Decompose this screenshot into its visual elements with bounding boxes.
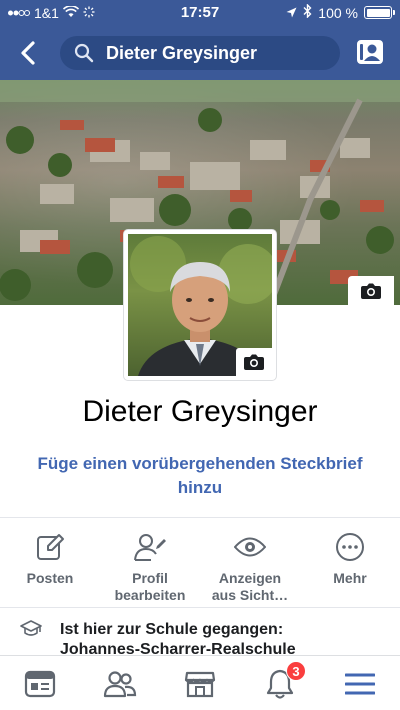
camera-icon (244, 354, 264, 370)
education-info[interactable]: Ist hier zur Schule gegangen: Johannes-S… (0, 614, 400, 658)
bottom-tab-bar: 3 (0, 655, 400, 710)
add-bio-link-line2: hinzu (177, 478, 223, 497)
post-button-label: Posten (26, 570, 74, 586)
news-feed-icon (24, 670, 56, 697)
tab-news-feed[interactable] (0, 656, 80, 710)
marketplace-icon (184, 671, 216, 697)
pencil-square-icon (33, 530, 67, 564)
bluetooth-icon (303, 3, 312, 21)
search-bar[interactable]: Dieter Greysinger (60, 36, 340, 70)
edit-cover-button[interactable] (348, 276, 394, 306)
status-bar: 1&1 17:57 100 % (0, 0, 400, 26)
friends-icon (103, 670, 137, 697)
view-as-button[interactable]: Anzeigen aus Sicht… (200, 530, 300, 606)
eye-icon (233, 530, 267, 564)
profile-card-button[interactable] (354, 36, 386, 68)
profile-picture-frame[interactable] (124, 230, 276, 380)
tab-menu[interactable] (320, 656, 400, 710)
search-query: Dieter Greysinger (106, 42, 258, 63)
view-as-label-line1: Anzeigen (218, 570, 282, 586)
post-button[interactable]: Posten (0, 530, 100, 606)
edit-profile-picture-button[interactable] (236, 348, 272, 376)
divider (0, 517, 400, 518)
add-bio-link-line1: Füge einen vorübergehenden Steckbrief (37, 454, 363, 473)
add-bio-link[interactable]: Füge einen vorübergehenden Steckbrief hi… (20, 452, 380, 500)
camera-icon (361, 283, 381, 299)
notification-badge: 3 (286, 661, 306, 681)
tab-marketplace[interactable] (160, 656, 240, 710)
app-header: 1&1 17:57 100 % Dieter Greysinger (0, 0, 400, 80)
tab-notifications[interactable]: 3 (240, 656, 320, 710)
edit-profile-label-line1: Profil (132, 570, 168, 586)
battery-icon (364, 6, 395, 19)
graduation-cap-icon (20, 620, 42, 643)
divider (0, 607, 400, 608)
nav-bar: Dieter Greysinger (0, 30, 400, 76)
profile-actions: Posten Profil bearbeiten Anzeigen aus Si… (0, 530, 400, 606)
menu-icon (345, 673, 375, 694)
view-as-label-line2: aus Sicht… (211, 587, 289, 603)
more-button-label: Mehr (333, 570, 367, 586)
search-icon (74, 43, 94, 63)
chevron-left-icon (21, 41, 35, 65)
back-button[interactable] (16, 40, 42, 66)
user-edit-icon (133, 530, 167, 564)
edit-profile-label-line2: bearbeiten (114, 587, 186, 603)
profile-card-icon (357, 40, 383, 64)
more-button[interactable]: Mehr (300, 530, 400, 606)
education-label: Ist hier zur Schule gegangen: (60, 621, 284, 638)
more-dots-icon (333, 530, 367, 564)
location-icon (286, 5, 297, 21)
edit-profile-button[interactable]: Profil bearbeiten (100, 530, 200, 606)
battery-percent: 100 % (318, 4, 358, 21)
profile-name: Dieter Greysinger (82, 395, 318, 428)
tab-friends[interactable] (80, 656, 160, 710)
